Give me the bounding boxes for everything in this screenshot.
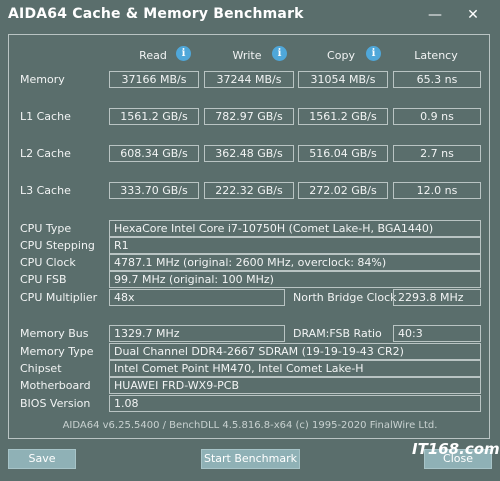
bios-version-value: 1.08 <box>109 395 481 412</box>
memory-read-value: 37166 MB/s <box>109 71 199 88</box>
window-title: AIDA64 Cache & Memory Benchmark <box>8 6 304 22</box>
row-label-l2-cache: L2 Cache <box>20 147 71 160</box>
column-header-copy: Copy <box>327 49 355 62</box>
north-bridge-clock-value: 2293.8 MHz <box>393 289 481 306</box>
cpu-multiplier-value: 48x <box>109 289 285 306</box>
l3-copy-value: 272.02 GB/s <box>298 182 388 199</box>
memory-latency-value: 65.3 ns <box>393 71 481 88</box>
close-icon[interactable]: ✕ <box>462 5 484 25</box>
cpu-stepping-label: CPU Stepping <box>20 239 95 252</box>
row-label-memory: Memory <box>20 73 65 86</box>
dram-fsb-ratio-value: 40:3 <box>393 325 481 342</box>
l1-read-value: 1561.2 GB/s <box>109 108 199 125</box>
dram-fsb-ratio-label: DRAM:FSB Ratio <box>293 327 382 340</box>
bios-version-label: BIOS Version <box>20 397 91 410</box>
memory-type-label: Memory Type <box>20 345 94 358</box>
motherboard-label: Motherboard <box>20 379 91 392</box>
row-label-l3-cache: L3 Cache <box>20 184 71 197</box>
cpu-fsb-label: CPU FSB <box>20 273 67 286</box>
column-header-latency: Latency <box>414 49 458 62</box>
cpu-clock-value: 4787.1 MHz (original: 2600 MHz, overcloc… <box>109 254 481 271</box>
l2-write-value: 362.48 GB/s <box>204 145 294 162</box>
cpu-clock-label: CPU Clock <box>20 256 76 269</box>
row-label-l1-cache: L1 Cache <box>20 110 71 123</box>
title-bar: AIDA64 Cache & Memory Benchmark — ✕ <box>0 0 500 32</box>
chipset-label: Chipset <box>20 362 62 375</box>
copyright-footer: AIDA64 v6.25.5400 / BenchDLL 4.5.816.8-x… <box>62 420 438 431</box>
north-bridge-clock-label: North Bridge Clock <box>293 291 397 304</box>
l3-write-value: 222.32 GB/s <box>204 182 294 199</box>
l1-latency-value: 0.9 ns <box>393 108 481 125</box>
l2-copy-value: 516.04 GB/s <box>298 145 388 162</box>
chipset-value: Intel Comet Point HM470, Intel Comet Lak… <box>109 360 481 377</box>
start-benchmark-button[interactable]: Start Benchmark <box>201 449 300 469</box>
watermark-logo: IT168.com <box>412 440 500 458</box>
l2-latency-value: 2.7 ns <box>393 145 481 162</box>
cpu-stepping-value: R1 <box>109 237 481 254</box>
memory-copy-value: 31054 MB/s <box>298 71 388 88</box>
memory-bus-value: 1329.7 MHz <box>109 325 285 342</box>
cpu-fsb-value: 99.7 MHz (original: 100 MHz) <box>109 271 481 288</box>
save-button[interactable]: Save <box>8 449 76 469</box>
memory-bus-label: Memory Bus <box>20 327 89 340</box>
cpu-type-label: CPU Type <box>20 222 72 235</box>
l3-read-value: 333.70 GB/s <box>109 182 199 199</box>
write-info-icon[interactable]: i <box>272 46 287 61</box>
memory-type-value: Dual Channel DDR4-2667 SDRAM (19-19-19-4… <box>109 343 481 360</box>
l1-copy-value: 1561.2 GB/s <box>298 108 388 125</box>
cpu-type-value: HexaCore Intel Core i7-10750H (Comet Lak… <box>109 220 481 237</box>
motherboard-value: HUAWEI FRD-WX9-PCB <box>109 377 481 394</box>
cpu-multiplier-label: CPU Multiplier <box>20 291 98 304</box>
l2-read-value: 608.34 GB/s <box>109 145 199 162</box>
read-info-icon[interactable]: i <box>176 46 191 61</box>
column-header-read: Read <box>139 49 167 62</box>
column-header-write: Write <box>232 49 262 62</box>
l3-latency-value: 12.0 ns <box>393 182 481 199</box>
copy-info-icon[interactable]: i <box>366 46 381 61</box>
memory-write-value: 37244 MB/s <box>204 71 294 88</box>
l1-write-value: 782.97 GB/s <box>204 108 294 125</box>
minimize-icon[interactable]: — <box>424 5 446 25</box>
